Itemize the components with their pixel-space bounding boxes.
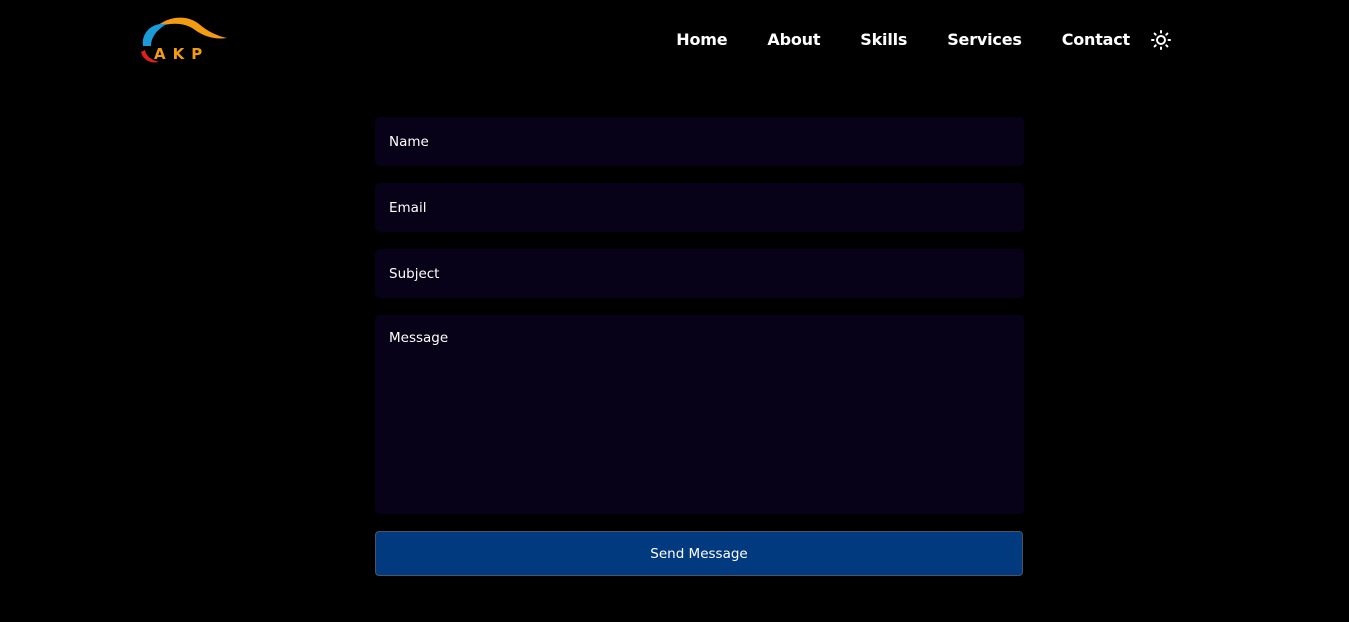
theme-toggle-button[interactable]: [1150, 29, 1172, 51]
logo-graphic: AKP: [141, 17, 227, 63]
nav-home[interactable]: Home: [676, 28, 727, 52]
email-input[interactable]: [375, 183, 1024, 232]
nav-contact[interactable]: Contact: [1062, 28, 1131, 52]
page: AKP Home About Skills Services Contact N…: [0, 0, 1349, 622]
main-nav: Home About Skills Services Contact: [676, 28, 1172, 52]
akp-logo[interactable]: AKP: [137, 14, 229, 68]
site-header: AKP Home About Skills Services Contact: [0, 0, 1349, 80]
nav-skills[interactable]: Skills: [860, 28, 907, 52]
nav-about[interactable]: About: [767, 28, 820, 52]
sun-icon: [1151, 30, 1171, 50]
contact-form: Send Message: [375, 117, 1024, 576]
logo-text: AKP: [154, 45, 209, 63]
name-input[interactable]: [375, 117, 1024, 166]
nav-services[interactable]: Services: [947, 28, 1022, 52]
send-message-button[interactable]: Send Message: [375, 531, 1023, 576]
subject-input[interactable]: [375, 249, 1024, 298]
message-textarea[interactable]: [375, 315, 1024, 514]
